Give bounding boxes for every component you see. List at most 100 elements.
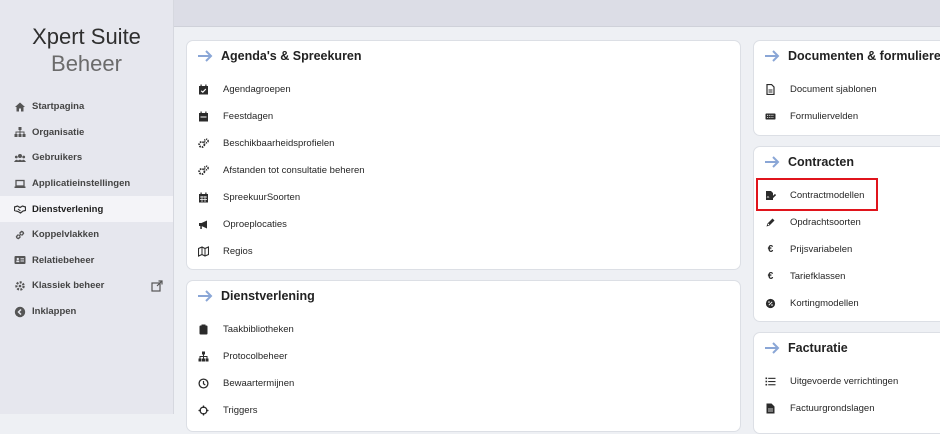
list-item-oproeplocaties[interactable]: Oproeplocaties — [187, 211, 740, 238]
calendar-check-icon — [198, 84, 209, 95]
card-dienstverlening: Dienstverlening Taakbibliotheken Protoco… — [186, 280, 741, 432]
list-item-protocolbeheer[interactable]: Protocolbeheer — [187, 343, 740, 370]
brand-subtitle: Beheer — [51, 51, 122, 76]
list-item-label: Protocolbeheer — [223, 351, 288, 362]
discount-badge-icon — [765, 298, 776, 309]
users-icon — [14, 152, 26, 164]
sidebar-item-label: Relatiebeheer — [32, 254, 95, 266]
card-facturatie: Facturatie Uitgevoerde verrichtingen Fac… — [753, 332, 940, 434]
arrow-right-icon — [198, 50, 213, 62]
sitemap-icon — [198, 351, 209, 362]
list-item-opdrachtsoorten[interactable]: Opdrachtsoorten — [754, 209, 940, 236]
sidebar-item-startpagina[interactable]: Startpagina — [0, 94, 173, 120]
list-item-label: Factuurgrondslagen — [790, 403, 875, 414]
list-item-label: Kortingmodellen — [790, 298, 859, 309]
list-item-uitgevoerde-verrichtingen[interactable]: Uitgevoerde verrichtingen — [754, 368, 940, 395]
sidebar-item-label: Gebruikers — [32, 152, 83, 164]
list-item-tariefklassen[interactable]: € Tariefklassen — [754, 263, 940, 290]
list-item-label: Agendagroepen — [223, 84, 291, 95]
list-item-prijsvariabelen[interactable]: € Prijsvariabelen — [754, 236, 940, 263]
card-header: Documenten & formulieren — [764, 49, 940, 63]
list-item-label: Feestdagen — [223, 111, 274, 122]
handshake-icon — [14, 203, 26, 215]
calendar-icon — [198, 111, 209, 122]
card-items: Contractmodellen Opdrachtsoorten € Prijs… — [754, 182, 940, 317]
card-title: Documenten & formulieren — [788, 49, 940, 63]
list-item-triggers[interactable]: Triggers — [187, 397, 740, 424]
sidebar-item-label: Koppelvlakken — [32, 229, 100, 241]
sidebar-item-label: Dienstverlening — [32, 203, 104, 215]
list-item-agendagroepen[interactable]: Agendagroepen — [187, 76, 740, 103]
card-title: Contracten — [788, 155, 854, 169]
clipboard-icon — [198, 324, 209, 335]
brand-title: Xpert Suite — [32, 24, 141, 49]
sidebar-item-label: Klassiek beheer — [32, 280, 105, 292]
list-item-document-sjablonen[interactable]: Document sjablonen — [754, 76, 940, 103]
link-icon — [14, 229, 26, 241]
list-item-label: Beschikbaarheidsprofielen — [223, 138, 335, 149]
list-item-label: Prijsvariabelen — [790, 244, 853, 255]
list-item-label: Afstanden tot consultatie beheren — [223, 165, 365, 176]
list-item-taakbibliotheken[interactable]: Taakbibliotheken — [187, 316, 740, 343]
sidebar-item-inklappen[interactable]: Inklappen — [0, 299, 173, 325]
sidebar-item-koppelvlakken[interactable]: Koppelvlakken — [0, 222, 173, 248]
list-item-feestdagen[interactable]: Feestdagen — [187, 103, 740, 130]
list-item-afstanden-consultatie[interactable]: Afstanden tot consultatie beheren — [187, 157, 740, 184]
list-item-label: Opdrachtsoorten — [790, 217, 861, 228]
card-title: Dienstverlening — [221, 289, 315, 303]
sidebar-item-gebruikers[interactable]: Gebruikers — [0, 145, 173, 171]
list-item-formuliervelden[interactable]: Formuliervelden — [754, 103, 940, 130]
list-item-beschikbaarheidsprofielen[interactable]: Beschikbaarheidsprofielen — [187, 130, 740, 157]
card-items: Taakbibliotheken Protocolbeheer Bewaarte… — [187, 316, 740, 424]
gear-icon — [14, 280, 26, 292]
card-header: Agenda's & Spreekuren — [197, 49, 362, 63]
top-bar — [174, 0, 940, 27]
list-item-label: Formuliervelden — [790, 111, 859, 122]
list-item-contractmodellen[interactable]: Contractmodellen — [754, 182, 940, 209]
list-item-label: Uitgevoerde verrichtingen — [790, 376, 899, 387]
list-item-factuurgrondslagen[interactable]: Factuurgrondslagen — [754, 395, 940, 422]
sidebar-item-relatiebeheer[interactable]: Relatiebeheer — [0, 248, 173, 274]
megaphone-icon — [198, 219, 209, 230]
sidebar-nav: Startpagina Organisatie Gebruikers Appli… — [0, 94, 173, 324]
home-icon — [14, 101, 26, 113]
invoice-icon — [765, 403, 776, 414]
map-icon — [198, 246, 209, 257]
card-items: Agendagroepen Feestdagen Beschikbaarheid… — [187, 76, 740, 265]
sidebar-item-klassiek-beheer[interactable]: Klassiek beheer — [0, 273, 173, 299]
card-header: Dienstverlening — [197, 289, 315, 303]
list-item-label: Contractmodellen — [790, 190, 865, 201]
gears-icon — [198, 138, 209, 149]
list-item-bewaartermijnen[interactable]: Bewaartermijnen — [187, 370, 740, 397]
sidebar-item-label: Startpagina — [32, 101, 85, 113]
list-item-label: Regios — [223, 246, 253, 257]
arrow-right-icon — [765, 342, 780, 354]
file-icon — [765, 84, 776, 95]
card-documenten-formulieren: Documenten & formulieren Document sjablo… — [753, 40, 940, 136]
list-item-label: Document sjablonen — [790, 84, 877, 95]
external-link-icon[interactable] — [151, 280, 163, 292]
sidebar-item-organisatie[interactable]: Organisatie — [0, 120, 173, 146]
list-item-kortingmodellen[interactable]: Kortingmodellen — [754, 290, 940, 317]
id-card-icon — [14, 254, 26, 266]
card-header: Facturatie — [764, 341, 848, 355]
sidebar-item-dienstverlening[interactable]: Dienstverlening — [0, 196, 173, 222]
sidebar-item-applicatieinstellingen[interactable]: Applicatieinstellingen — [0, 171, 173, 197]
sidebar-item-label: Organisatie — [32, 126, 85, 138]
sitemap-icon — [14, 126, 26, 138]
gears-icon — [198, 165, 209, 176]
list-item-label: Triggers — [223, 405, 258, 416]
euro-icon: € — [767, 271, 774, 282]
list-item-spreekuursoorten[interactable]: SpreekuurSoorten — [187, 184, 740, 211]
sidebar: Xpert Suite Beheer Startpagina Organisat… — [0, 0, 174, 414]
list-item-label: Bewaartermijnen — [223, 378, 295, 389]
clock-icon — [198, 378, 209, 389]
list-item-label: Oproeplocaties — [223, 219, 287, 230]
crosshair-icon — [198, 405, 209, 416]
arrow-right-icon — [198, 290, 213, 302]
calendar-grid-icon — [198, 192, 209, 203]
list-item-regios[interactable]: Regios — [187, 238, 740, 265]
card-agenda-spreekuren: Agenda's & Spreekuren Agendagroepen Fees… — [186, 40, 741, 270]
pen-icon — [765, 217, 776, 228]
collapse-icon — [14, 306, 26, 318]
